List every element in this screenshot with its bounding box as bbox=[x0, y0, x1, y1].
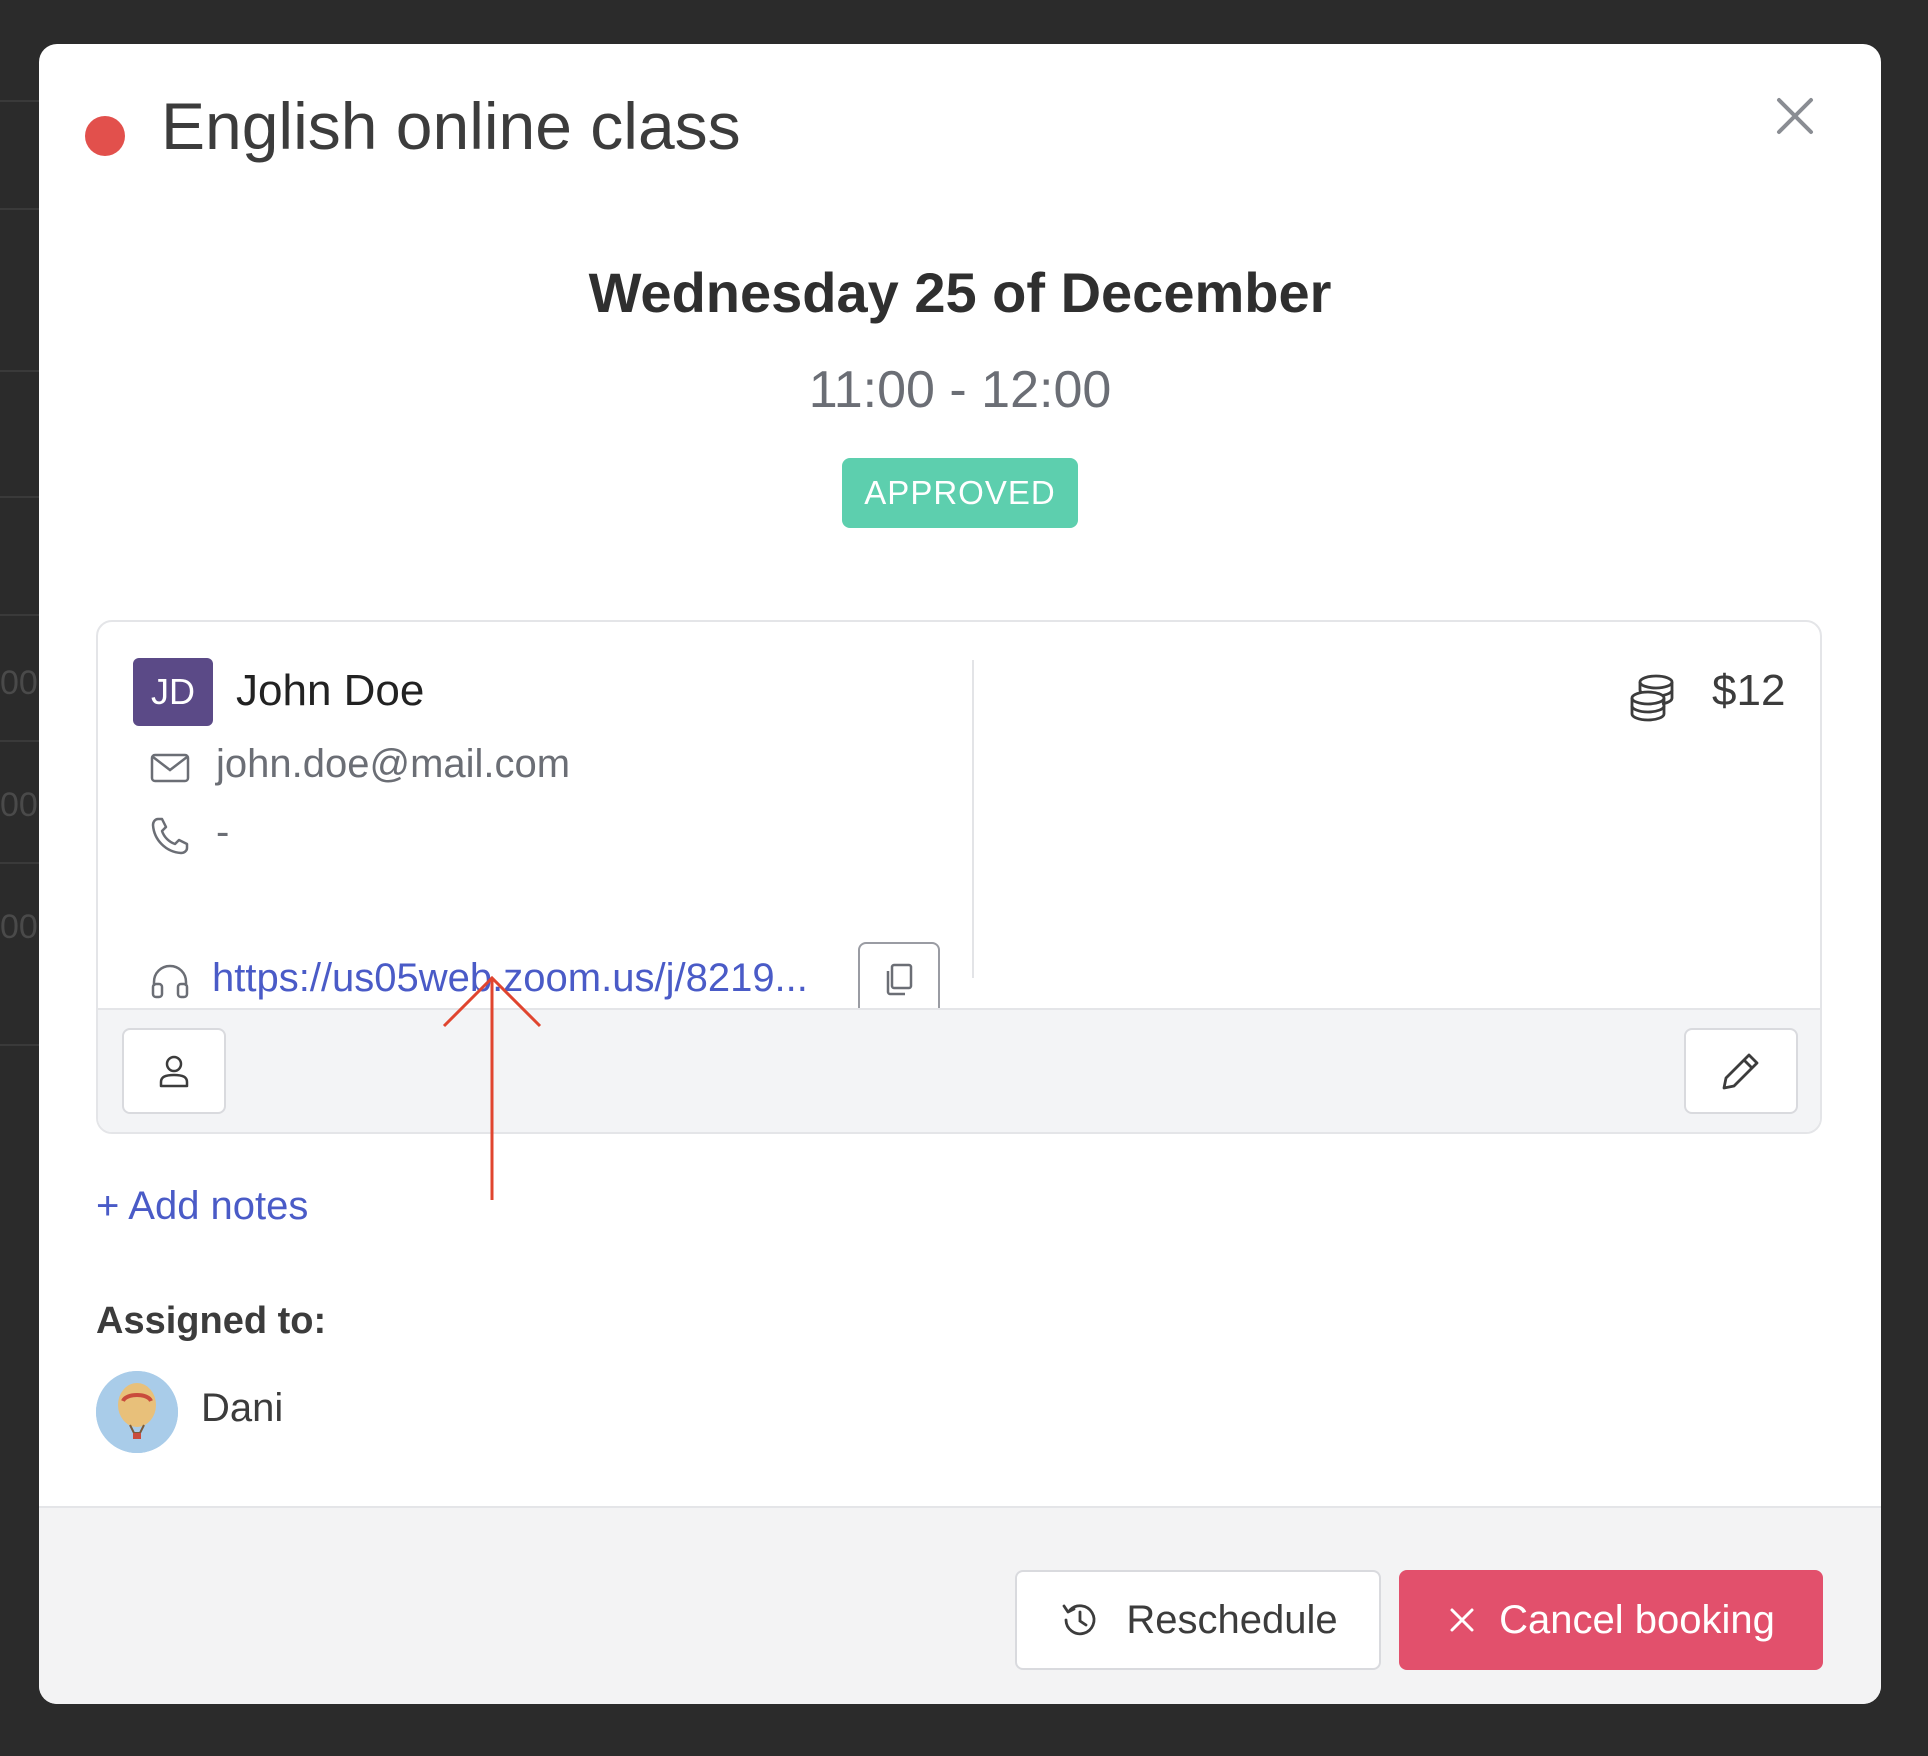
headset-icon bbox=[151, 964, 189, 999]
assigned-label: Assigned to: bbox=[96, 1300, 327, 1342]
phone-icon bbox=[151, 817, 189, 855]
modal-footer: Reschedule Cancel booking bbox=[39, 1506, 1881, 1704]
user-icon bbox=[159, 1055, 189, 1088]
view-client-button[interactable] bbox=[122, 1028, 226, 1114]
background-time-label: 00 bbox=[0, 786, 38, 824]
booking-date: Wednesday 25 of December bbox=[588, 261, 1332, 324]
coins-icon bbox=[1630, 674, 1674, 722]
copy-icon bbox=[886, 963, 913, 996]
add-notes-link[interactable]: + Add notes bbox=[96, 1184, 308, 1229]
cancel-booking-button[interactable]: Cancel booking bbox=[1399, 1570, 1823, 1670]
status-indicator-dot bbox=[85, 116, 125, 156]
assignee-avatar bbox=[96, 1371, 178, 1453]
background-time-label: 00 bbox=[0, 664, 38, 702]
reschedule-button[interactable]: Reschedule bbox=[1015, 1570, 1381, 1670]
client-avatar: JD bbox=[133, 658, 213, 726]
card-divider bbox=[972, 660, 974, 978]
edit-client-button[interactable] bbox=[1684, 1028, 1798, 1114]
reschedule-label: Reschedule bbox=[1126, 1597, 1338, 1642]
client-card: JD John Doe john.doe@mail.com - https://… bbox=[96, 620, 1822, 1134]
booking-modal: English online class Wednesday 25 of Dec… bbox=[39, 44, 1881, 1704]
booking-price: $12 bbox=[1712, 666, 1786, 715]
client-email: john.doe@mail.com bbox=[216, 742, 571, 786]
close-button[interactable] bbox=[1771, 92, 1819, 140]
client-name: John Doe bbox=[236, 666, 425, 715]
copy-link-button[interactable] bbox=[858, 942, 940, 1016]
cancel-booking-label: Cancel booking bbox=[1499, 1597, 1775, 1642]
pencil-icon bbox=[1722, 1053, 1759, 1090]
modal-header: English online class bbox=[39, 44, 1881, 204]
client-card-actions bbox=[98, 1008, 1820, 1132]
close-icon bbox=[1777, 98, 1813, 134]
meeting-link[interactable]: https://us05web.zoom.us/j/8219... bbox=[212, 956, 808, 1001]
client-phone: - bbox=[216, 810, 230, 854]
client-card-body: JD John Doe john.doe@mail.com - https://… bbox=[98, 622, 1820, 1016]
status-badge: APPROVED bbox=[842, 458, 1078, 528]
mail-icon bbox=[150, 753, 190, 783]
background-time-label: 00 bbox=[0, 908, 38, 946]
balloon-avatar-image bbox=[96, 1371, 178, 1453]
x-icon bbox=[1450, 1608, 1474, 1632]
booking-time-range: 11:00 - 12:00 bbox=[808, 361, 1112, 419]
assignee-name: Dani bbox=[201, 1386, 284, 1430]
history-icon bbox=[1062, 1604, 1096, 1636]
modal-title: English online class bbox=[161, 89, 741, 163]
